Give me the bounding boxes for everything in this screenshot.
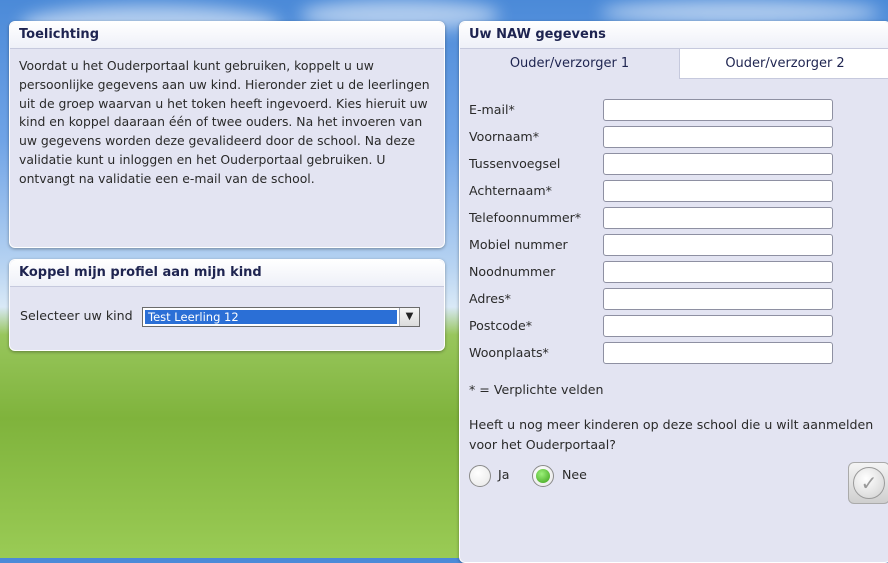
postcode-label: Postcode* xyxy=(469,318,533,333)
radio-no[interactable] xyxy=(532,465,554,487)
explanation-line: kind en koppel daaraan één of twee ouder… xyxy=(19,114,423,130)
first-name-field[interactable] xyxy=(603,126,833,148)
postcode-field[interactable] xyxy=(603,315,833,337)
last-name-label: Achternaam* xyxy=(469,183,552,198)
question-line: Heeft u nog meer kinderen op deze school… xyxy=(469,417,874,432)
city-label: Woonplaats* xyxy=(469,345,549,360)
explanation-line: validatie kunt u inloggen en het Ouderpo… xyxy=(19,151,386,167)
tab-parent-1[interactable]: Ouder/verzorger 1 xyxy=(460,49,679,79)
radio-yes[interactable] xyxy=(469,465,491,487)
mobile-label: Mobiel nummer xyxy=(469,237,568,252)
explanation-panel-title: Toelichting xyxy=(10,22,444,49)
city-field[interactable] xyxy=(603,342,833,364)
infix-label: Tussenvoegsel xyxy=(469,156,561,171)
link-child-panel-title: Koppel mijn profiel aan mijn kind xyxy=(10,260,444,287)
email-label: E-mail* xyxy=(469,102,515,117)
address-label: Adres* xyxy=(469,291,511,306)
mobile-field[interactable] xyxy=(603,234,833,256)
emergency-label: Noodnummer xyxy=(469,264,556,279)
emergency-field[interactable] xyxy=(603,261,833,283)
explanation-line: ontvangt na validatie een e-mail van de … xyxy=(19,170,315,186)
more-children-question: Heeft u nog meer kinderen op deze school… xyxy=(469,415,881,455)
radio-yes-label: Ja xyxy=(498,467,510,482)
child-select[interactable]: Test Leerling 12 ▼ xyxy=(142,307,420,327)
explanation-line: uit de groep waarvan u het token heeft i… xyxy=(19,95,428,111)
link-child-panel: Koppel mijn profiel aan mijn kind Select… xyxy=(9,259,445,351)
required-fields-note: * = Verplichte velden xyxy=(469,382,604,397)
naw-panel-title: Uw NAW gegevens xyxy=(460,22,888,49)
question-line: voor het Ouderportaal? xyxy=(469,437,616,452)
last-name-field[interactable] xyxy=(603,180,833,202)
tab-parent-2[interactable]: Ouder/verzorger 2 xyxy=(679,49,888,79)
select-child-label: Selecteer uw kind xyxy=(20,308,133,323)
address-field[interactable] xyxy=(603,288,833,310)
checkmark-icon: ✓ xyxy=(853,467,885,499)
email-field[interactable] xyxy=(603,99,833,121)
infix-field[interactable] xyxy=(603,153,833,175)
phone-label: Telefoonnummer* xyxy=(469,210,582,225)
first-name-label: Voornaam* xyxy=(469,129,539,144)
parent-tabs: Ouder/verzorger 1 Ouder/verzorger 2 xyxy=(460,49,888,79)
confirm-button[interactable]: ✓ xyxy=(848,462,888,504)
phone-field[interactable] xyxy=(603,207,833,229)
explanation-line: uw gegevens worden deze gevalideerd door… xyxy=(19,133,416,149)
radio-no-label: Nee xyxy=(562,467,587,482)
naw-panel: Uw NAW gegevens Ouder/verzorger 1 Ouder/… xyxy=(459,21,888,563)
explanation-text: Voordat u het Ouderportaal kunt gebruike… xyxy=(10,49,444,197)
chevron-down-icon[interactable]: ▼ xyxy=(399,308,419,326)
child-select-value: Test Leerling 12 xyxy=(145,310,397,324)
explanation-line: persoonlijke gegevens aan uw kind. Hiero… xyxy=(19,76,430,92)
explanation-panel: Toelichting Voordat u het Ouderportaal k… xyxy=(9,21,445,248)
explanation-line: Voordat u het Ouderportaal kunt gebruike… xyxy=(19,58,374,73)
